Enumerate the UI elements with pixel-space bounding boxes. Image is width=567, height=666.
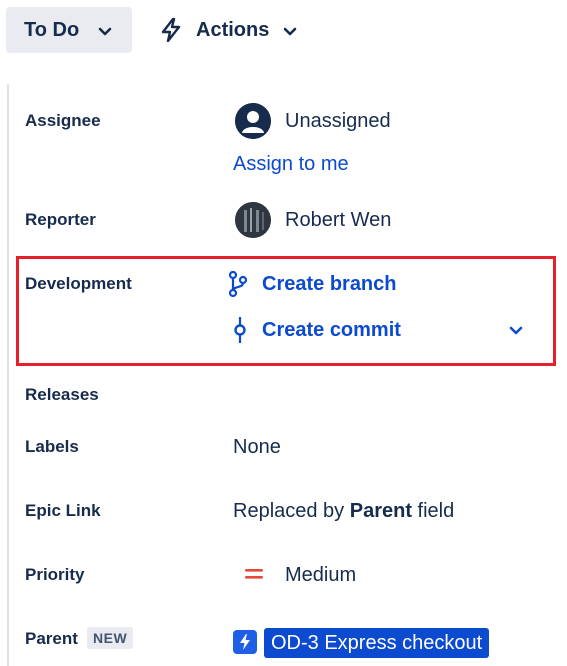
actions-label: Actions [196,19,270,41]
chevron-down-icon [283,27,297,36]
lightning-bolt-icon [161,18,181,42]
priority-medium-icon [245,569,263,579]
epic-link-bold: Parent [349,500,412,522]
reporter-label: Reporter [25,210,96,229]
epic-link-prefix: Replaced by [233,500,350,522]
releases-label: Releases [25,385,99,404]
epic-link-suffix: field [412,500,455,522]
parent-issue-link[interactable]: OD-3 Express checkout [264,628,490,658]
create-commit-link[interactable]: Create commit [262,319,401,342]
priority-label: Priority [25,565,85,584]
status-dropdown-button[interactable]: To Do [6,7,132,53]
epic-link-value: Replaced by Parent field [233,500,454,523]
labels-value[interactable]: None [233,436,281,459]
assignee-label: Assignee [25,111,101,130]
new-badge: NEW [87,627,134,649]
parent-label: Parent [25,629,78,648]
development-label: Development [25,274,132,293]
chevron-down-icon[interactable] [508,322,524,338]
assign-to-me-link[interactable]: Assign to me [233,153,349,176]
git-commit-icon [234,317,246,343]
status-label: To Do [24,19,80,41]
labels-label: Labels [25,437,79,456]
epic-link-label: Epic Link [25,501,101,520]
create-branch-link[interactable]: Create branch [262,273,397,296]
assignee-value: Unassigned [285,110,391,132]
issue-toolbar: To Do Actions [0,0,567,62]
priority-value[interactable]: Medium [285,564,356,587]
chevron-down-icon [98,27,112,36]
actions-dropdown-button[interactable]: Actions [152,7,312,53]
reporter-value: Robert Wen [285,209,392,231]
person-icon [235,103,271,139]
avatar [235,202,271,238]
epic-icon [233,630,257,654]
git-branch-icon [228,270,248,298]
